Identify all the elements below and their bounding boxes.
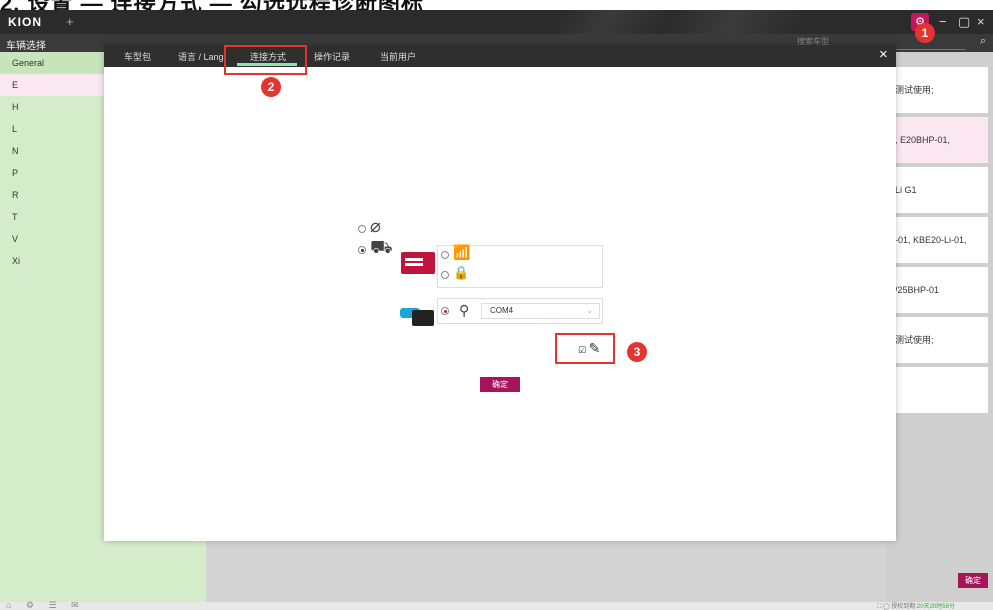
sidebar-item-e[interactable]: E — [0, 74, 107, 96]
annotation-box-connection-tab — [224, 45, 307, 75]
wifi-icon: 📶 — [453, 244, 471, 260]
caption-text: 2. 设置 — 连接方式 — 勾选远程诊断图标 — [0, 0, 424, 10]
series-sidebar: General E H L N P R T V Xi — [0, 52, 107, 602]
radio-offline[interactable] — [358, 225, 366, 233]
annotation-box-checkbox — [555, 333, 615, 364]
radio-lan[interactable] — [441, 271, 449, 279]
title-bar: KION + − ▢ × — [0, 10, 993, 34]
sidebar-item-n[interactable]: N — [0, 140, 107, 162]
dialog-close-icon[interactable]: × — [879, 46, 888, 63]
truck-icon: ⛟ — [370, 237, 393, 257]
license-label: ⛶ ◯ 授权到期: — [877, 604, 917, 610]
title-bar-decoration — [560, 10, 800, 34]
minimize-button[interactable]: − — [939, 14, 947, 29]
new-tab-button[interactable]: + — [66, 14, 74, 29]
sidebar-item-h[interactable]: H — [0, 96, 107, 118]
list-item[interactable]: Li G1 — [893, 167, 988, 213]
confirm-button[interactable]: 确定 — [958, 573, 988, 588]
adapter-body — [412, 310, 434, 326]
sidebar-item-t[interactable]: T — [0, 206, 107, 228]
sidebar-item-p[interactable]: P — [0, 162, 107, 184]
chevron-down-icon: ⌄ — [586, 306, 593, 315]
tab-language[interactable]: 语言 / Lang — [178, 50, 224, 63]
annotation-badge-3: 3 — [627, 342, 647, 362]
dialog-tab-bar: 车型包 语言 / Lang 连接方式 操作记录 当前用户 × — [104, 45, 896, 67]
list-item[interactable]: , E20BHP-01, — [893, 117, 988, 163]
com-port-value: COM4 — [490, 306, 514, 315]
list-item[interactable]: -01, KBE20-Li-01, — [893, 217, 988, 263]
license-status: ⛶ ◯ 授权到期:20天20时58分 — [877, 601, 955, 610]
radio-vehicle[interactable] — [358, 246, 366, 254]
usb-icon: ⚲ — [459, 302, 470, 318]
list-item[interactable] — [893, 367, 988, 413]
usb-adapter-image — [400, 304, 434, 326]
status-bar — [0, 602, 993, 610]
sidebar-item-l[interactable]: L — [0, 118, 107, 140]
lock-icon: 🔒 — [453, 265, 470, 280]
tutorial-caption: 2. 设置 — 连接方式 — 勾选远程诊断图标 — [0, 0, 993, 10]
license-remaining: 20天20时58分 — [916, 604, 955, 610]
radio-wifi[interactable] — [441, 251, 449, 259]
annotation-badge-2: 2 — [261, 77, 281, 97]
dialog-confirm-button[interactable]: 确定 — [480, 377, 520, 392]
offline-icon: ⌀ — [370, 216, 381, 236]
search-icon[interactable]: ⌕ — [980, 35, 986, 48]
com-port-select[interactable]: COM4 ⌄ — [481, 303, 600, 319]
tab-operation-log[interactable]: 操作记录 — [314, 50, 350, 63]
sidebar-item-r[interactable]: R — [0, 184, 107, 206]
wireless-adapter-image — [401, 252, 435, 274]
maximize-button[interactable]: ▢ — [958, 14, 970, 30]
sidebar-item-xi[interactable]: Xi — [0, 250, 107, 272]
list-item[interactable]: /25BHP-01 — [893, 267, 988, 313]
tab-vehicle-package[interactable]: 车型包 — [124, 50, 151, 63]
status-bar-icons[interactable]: ⌂ ⚙ ☰ ✉ — [6, 600, 85, 610]
model-column — [107, 540, 206, 602]
list-item[interactable]: 测试使用; — [893, 317, 988, 363]
vehicle-select-title: 车辆选择 — [6, 41, 46, 52]
kion-logo: KION — [8, 15, 42, 29]
radio-usb[interactable] — [441, 307, 449, 315]
close-window-button[interactable]: × — [977, 14, 985, 29]
sidebar-item-general[interactable]: General — [0, 52, 107, 74]
list-item[interactable]: 测试使用; — [893, 67, 988, 113]
settings-dialog: 车型包 语言 / Lang 连接方式 操作记录 当前用户 × — [104, 45, 896, 541]
annotation-badge-1: 1 — [915, 23, 935, 43]
sidebar-item-v[interactable]: V — [0, 228, 107, 250]
tab-current-user[interactable]: 当前用户 — [380, 50, 416, 63]
